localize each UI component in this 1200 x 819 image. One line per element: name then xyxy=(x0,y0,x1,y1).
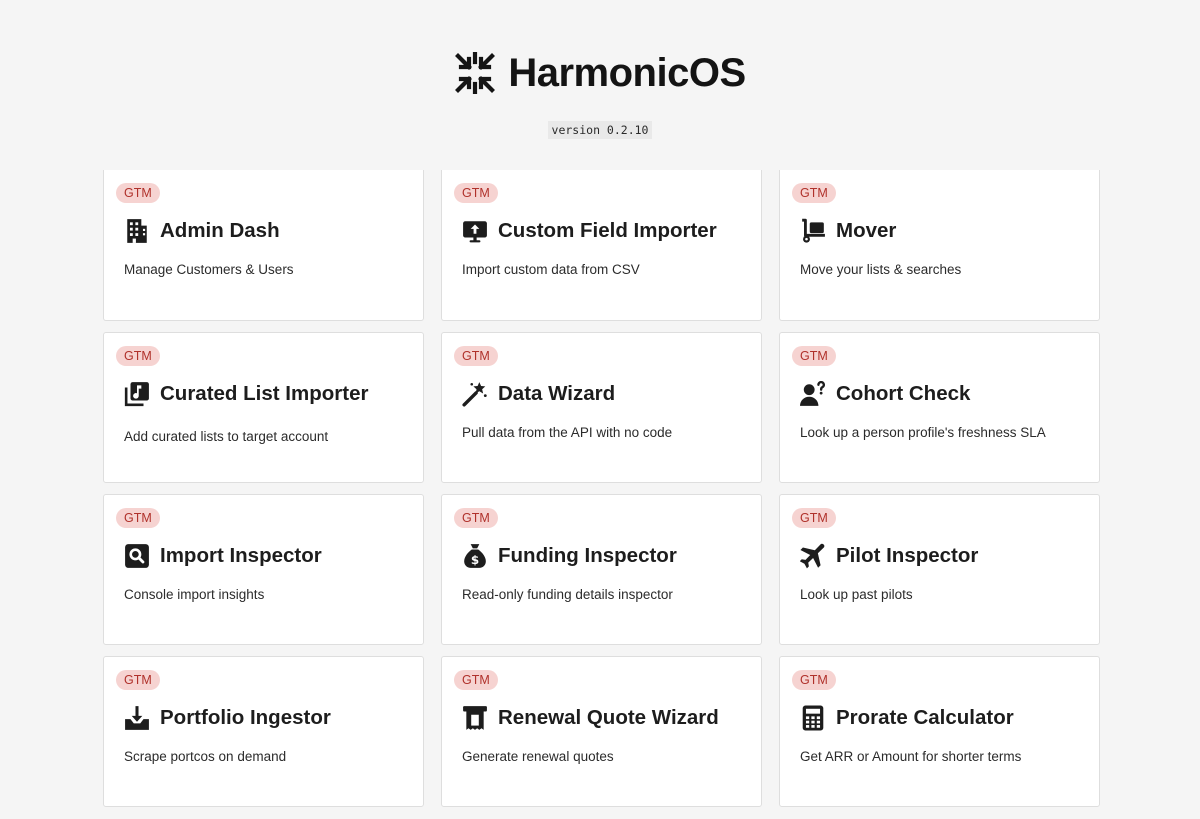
category-tag: GTM xyxy=(792,508,836,528)
music-library-icon xyxy=(124,382,149,407)
tool-card-curated-list-importer[interactable]: GTM Curated List Importer Add curated li… xyxy=(103,332,424,483)
receipt-icon xyxy=(463,706,487,730)
card-description: Import custom data from CSV xyxy=(462,262,640,277)
card-title-row: Custom Field Importer xyxy=(462,218,717,244)
tool-card-prorate-calculator[interactable]: GTM Prorate Calculator Get ARR or Amount… xyxy=(779,656,1100,807)
version-label: version 0.2.10 xyxy=(548,121,652,139)
card-title: Custom Field Importer xyxy=(498,219,717,242)
tool-card-mover[interactable]: GTM Mover Move your lists & searches xyxy=(779,170,1100,321)
card-title-row: Cohort Check xyxy=(800,381,970,407)
card-title-row: $ Funding Inspector xyxy=(462,543,677,569)
card-title: Mover xyxy=(836,219,897,242)
card-title: Funding Inspector xyxy=(498,544,677,567)
card-description: Read-only funding details inspector xyxy=(462,587,673,602)
card-title: Import Inspector xyxy=(160,544,322,567)
card-description: Generate renewal quotes xyxy=(462,749,614,764)
airplane-icon xyxy=(800,543,825,569)
money-bag-icon: $ xyxy=(464,544,486,568)
card-title-row: Portfolio Ingestor xyxy=(124,705,331,731)
card-title: Curated List Importer xyxy=(160,382,369,405)
category-tag: GTM xyxy=(454,508,498,528)
card-description: Get ARR or Amount for shorter terms xyxy=(800,749,1022,764)
magic-wand-icon xyxy=(462,382,487,407)
svg-text:$: $ xyxy=(471,553,479,567)
tool-card-portfolio-ingestor[interactable]: GTM Portfolio Ingestor Scrape portcos on… xyxy=(103,656,424,807)
brand: HarmonicOS xyxy=(0,50,1200,96)
card-description: Pull data from the API with no code xyxy=(462,425,673,440)
tool-card-import-inspector[interactable]: GTM Import Inspector Console import insi… xyxy=(103,494,424,645)
category-tag: GTM xyxy=(116,508,160,528)
card-title: Data Wizard xyxy=(498,382,616,405)
card-description: Move your lists & searches xyxy=(800,262,962,277)
person-question-icon xyxy=(800,381,825,406)
category-tag: GTM xyxy=(454,183,498,203)
calculator-icon xyxy=(802,705,824,731)
card-description: Look up a person profile's freshness SLA xyxy=(800,425,1046,440)
card-title-row: Pilot Inspector xyxy=(800,543,978,569)
card-title: Admin Dash xyxy=(160,219,280,242)
card-title-row: Mover xyxy=(800,218,896,244)
card-description: Manage Customers & Users xyxy=(124,262,294,277)
card-title: Cohort Check xyxy=(836,382,971,405)
card-description: Add curated lists to target account xyxy=(124,429,329,444)
card-title-row: Curated List Importer xyxy=(124,381,368,407)
app-header: HarmonicOS version 0.2.10 xyxy=(0,0,1200,165)
card-title-row: Import Inspector xyxy=(124,543,322,569)
category-tag: GTM xyxy=(454,670,498,690)
category-tag: GTM xyxy=(792,346,836,366)
office-building-icon xyxy=(127,219,147,243)
tool-card-pilot-inspector[interactable]: GTM Pilot Inspector Look up past pilots xyxy=(779,494,1100,645)
tool-card-admin-dash[interactable]: GTM Admin Dash Manage Customers & Users xyxy=(103,170,424,321)
card-title-row: Data Wizard xyxy=(462,381,615,407)
category-tag: GTM xyxy=(792,183,836,203)
card-title-row: Prorate Calculator xyxy=(800,705,1014,731)
category-tag: GTM xyxy=(116,670,160,690)
category-tag: GTM xyxy=(116,346,160,366)
tool-grid: GTM Admin Dash Manage Customers & Users … xyxy=(103,170,1100,807)
tool-card-funding-inspector[interactable]: GTM $ Funding Inspector Read-only fundin… xyxy=(441,494,762,645)
category-tag: GTM xyxy=(792,670,836,690)
category-tag: GTM xyxy=(116,183,160,203)
card-title-row: Renewal Quote Wizard xyxy=(462,705,719,731)
card-title: Portfolio Ingestor xyxy=(160,706,331,729)
tray-download-icon xyxy=(125,706,149,730)
monitor-upload-icon xyxy=(463,221,487,243)
card-description: Scrape portcos on demand xyxy=(124,749,287,764)
tool-card-cohort-check[interactable]: GTM Cohort Check Look up a person profil… xyxy=(779,332,1100,483)
card-title: Renewal Quote Wizard xyxy=(498,706,719,729)
app-name: HarmonicOS xyxy=(508,51,746,95)
tool-card-data-wizard[interactable]: GTM Data Wizard Pull data from the API w… xyxy=(441,332,762,483)
search-box-icon xyxy=(125,544,149,568)
card-description: Look up past pilots xyxy=(800,587,913,602)
tool-card-custom-field-importer[interactable]: GTM Custom Field Importer Import custom … xyxy=(441,170,762,321)
category-tag: GTM xyxy=(454,346,498,366)
card-title-row: Admin Dash xyxy=(124,218,280,244)
card-title: Pilot Inspector xyxy=(836,544,979,567)
card-description: Console import insights xyxy=(124,587,265,602)
harmonic-logo-icon xyxy=(455,52,496,94)
hand-truck-icon xyxy=(802,218,825,243)
tool-card-renewal-quote-wizard[interactable]: GTM Renewal Quote Wizard Generate renewa… xyxy=(441,656,762,807)
card-title: Prorate Calculator xyxy=(836,706,1014,729)
